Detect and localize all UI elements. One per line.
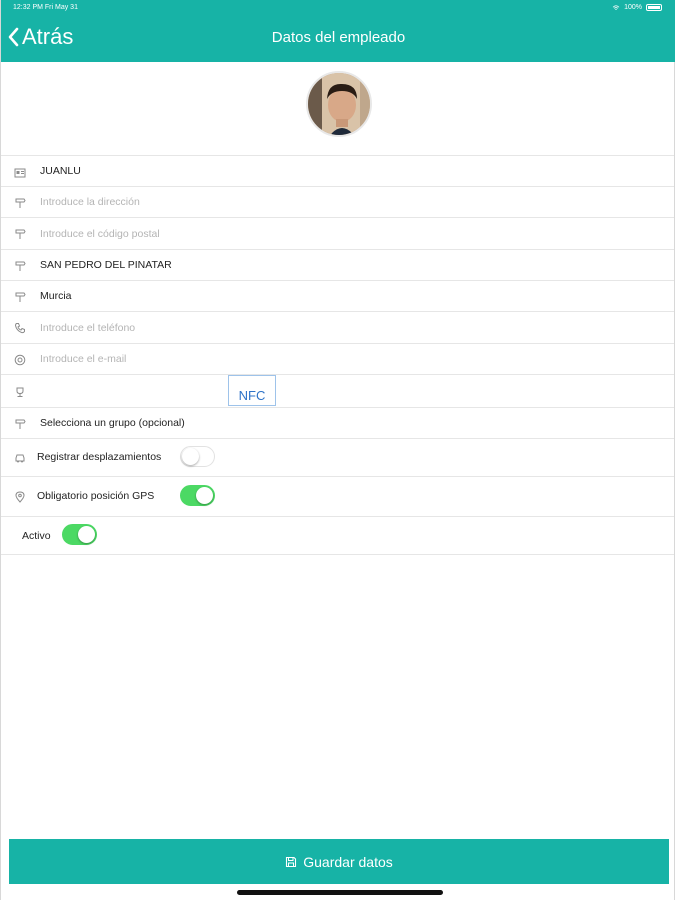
employee-avatar[interactable] xyxy=(306,71,372,137)
active-toggle[interactable] xyxy=(62,524,97,545)
row-gps-required: Obligatorio posición GPS xyxy=(1,476,674,516)
location-pin-icon xyxy=(15,491,25,503)
city-field[interactable] xyxy=(40,259,600,271)
toggle-knob xyxy=(77,525,95,543)
row-address xyxy=(1,186,674,217)
row-active: Activo xyxy=(1,516,674,554)
nav-header: 12:32 PM Fri May 31 100% Atrás Datos del… xyxy=(1,0,675,62)
row-postal-code xyxy=(1,217,674,249)
province-field[interactable] xyxy=(40,290,600,302)
email-input[interactable] xyxy=(40,353,600,365)
status-indicators: 100% xyxy=(612,4,662,11)
postal-code-input[interactable] xyxy=(40,227,600,240)
page-title: Datos del empleado xyxy=(271,29,406,46)
signpost-icon xyxy=(15,229,26,239)
status-bar: 12:32 PM Fri May 31 100% xyxy=(1,0,675,16)
row-city xyxy=(1,249,674,280)
floppy-disk-icon xyxy=(286,856,297,867)
row-email xyxy=(1,343,674,374)
name-field[interactable] xyxy=(40,165,600,177)
address-input[interactable] xyxy=(40,196,600,208)
divider xyxy=(1,554,674,555)
register-travel-label: Registrar desplazamientos xyxy=(37,451,162,463)
gps-required-toggle[interactable] xyxy=(180,485,215,506)
row-register-travel: Registrar desplazamientos xyxy=(1,438,674,476)
phone-input[interactable] xyxy=(40,321,600,334)
signpost-icon xyxy=(15,292,26,302)
group-select-label: Selecciona un grupo (opcional) xyxy=(40,417,185,429)
wifi-icon xyxy=(612,4,620,10)
battery-icon xyxy=(646,4,662,11)
save-button[interactable]: Guardar datos xyxy=(9,839,669,884)
toggle-knob xyxy=(195,486,213,504)
signpost-icon xyxy=(15,261,26,271)
save-button-label: Guardar datos xyxy=(303,853,393,870)
row-nfc: NFC xyxy=(1,374,674,407)
battery-percent: 100% xyxy=(624,4,642,11)
row-group[interactable]: Selecciona un grupo (opcional) xyxy=(1,407,674,438)
nfc-button[interactable]: NFC xyxy=(228,375,276,406)
row-name xyxy=(1,155,674,186)
signpost-icon xyxy=(15,198,26,208)
phone-icon xyxy=(14,323,25,334)
status-time: 12:32 PM Fri May 31 xyxy=(13,4,78,11)
home-indicator xyxy=(237,890,443,895)
active-label: Activo xyxy=(22,530,51,542)
toggle-knob xyxy=(181,447,199,465)
avatar-photo xyxy=(308,73,370,135)
trophy-icon xyxy=(16,387,24,397)
row-province xyxy=(1,280,674,311)
row-phone xyxy=(1,311,674,343)
id-card-icon xyxy=(14,168,26,178)
at-sign-icon xyxy=(14,354,26,366)
car-icon xyxy=(15,454,25,463)
gps-required-label: Obligatorio posición GPS xyxy=(37,490,155,502)
signpost-icon xyxy=(15,419,26,429)
employee-screen: 12:32 PM Fri May 31 100% Atrás Datos del… xyxy=(0,0,675,900)
register-travel-toggle[interactable] xyxy=(180,446,215,467)
